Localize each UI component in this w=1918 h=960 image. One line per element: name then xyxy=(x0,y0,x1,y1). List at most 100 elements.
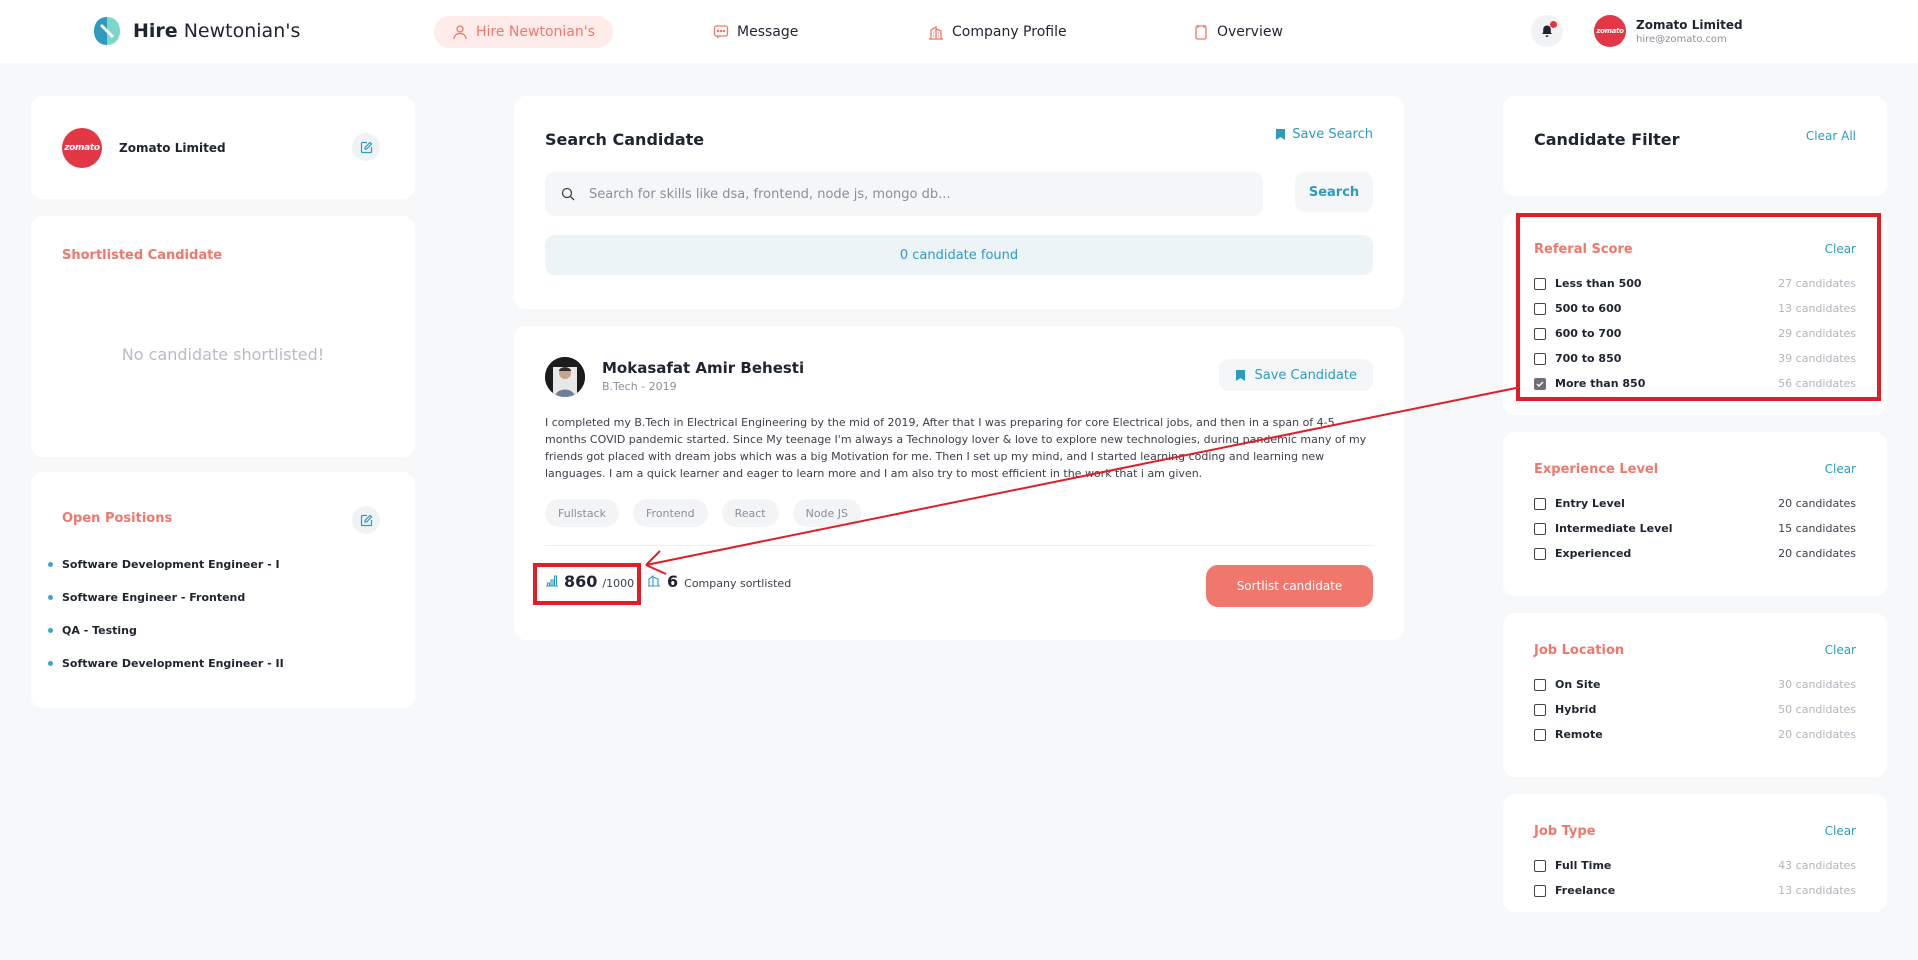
checkbox[interactable] xyxy=(1534,522,1546,535)
search-button[interactable]: Search xyxy=(1295,172,1373,212)
nav-hire-newtonians[interactable]: Hire Newtonian's xyxy=(434,16,613,48)
brand-name: Hire Newtonian's xyxy=(133,20,301,42)
clear-button[interactable]: Clear xyxy=(1825,242,1856,256)
score-value: 860 xyxy=(564,572,598,591)
checkbox-checked[interactable] xyxy=(1534,377,1546,390)
candidate-card: Mokasafat Amir Behesti B.Tech - 2019 Sav… xyxy=(514,326,1404,640)
option-label: Remote xyxy=(1555,728,1603,741)
empty-shortlist-message: No candidate shortlisted! xyxy=(121,345,325,364)
position-item[interactable]: Software Development Engineer - II xyxy=(48,657,284,690)
clear-button[interactable]: Clear xyxy=(1825,462,1856,476)
nav-message[interactable]: Message xyxy=(713,16,798,48)
option-label: On Site xyxy=(1555,678,1601,691)
candidate-name: Mokasafat Amir Behesti xyxy=(602,359,805,377)
company-shortlisted: 6 Company sortlisted xyxy=(647,572,791,591)
nav-company-profile[interactable]: Company Profile xyxy=(928,16,1067,48)
option-label: Entry Level xyxy=(1555,497,1625,510)
building-icon xyxy=(929,25,943,40)
edit-company-button[interactable] xyxy=(352,133,380,161)
checkbox[interactable] xyxy=(1534,859,1546,872)
filter-section-title: Referal Score xyxy=(1534,242,1633,257)
filter-option[interactable]: Remote 20 candidates xyxy=(1534,722,1856,747)
option-label: Intermediate Level xyxy=(1555,522,1673,535)
filter-section-title: Job Location xyxy=(1534,643,1625,658)
clear-button[interactable]: Clear xyxy=(1825,824,1856,838)
filter-option[interactable]: On Site 30 candidates xyxy=(1534,672,1856,697)
referal-score-filter: Referal Score Clear Less than 500 27 cand… xyxy=(1503,212,1887,415)
building-icon xyxy=(648,574,660,587)
filter-title: Candidate Filter xyxy=(1534,130,1680,149)
option-count: 43 candidates xyxy=(1778,859,1856,872)
option-label: 500 to 600 xyxy=(1555,302,1622,315)
option-count: 30 candidates xyxy=(1778,678,1856,691)
filter-option[interactable]: Intermediate Level 15 candidates xyxy=(1534,516,1856,541)
clear-button[interactable]: Clear xyxy=(1825,643,1856,657)
company-card: zomato Zomato Limited xyxy=(31,96,415,199)
top-navbar: Hire Newtonian's Hire Newtonian's Messag… xyxy=(0,0,1918,63)
filter-option[interactable]: 600 to 700 29 candidates xyxy=(1534,321,1856,346)
filter-option[interactable]: Freelance 13 candidates xyxy=(1534,878,1856,903)
brand-logo[interactable]: Hire Newtonian's xyxy=(93,16,300,46)
checkbox[interactable] xyxy=(1534,497,1546,510)
option-count: 13 candidates xyxy=(1778,884,1856,897)
referal-score: 860 /1000 xyxy=(545,572,634,591)
checkbox[interactable] xyxy=(1534,277,1546,290)
candidate-bio: I completed my B.Tech in Electrical Engi… xyxy=(545,416,1367,480)
position-item[interactable]: Software Engineer - Frontend xyxy=(48,591,284,624)
option-count: 50 candidates xyxy=(1778,703,1856,716)
user-email: hire@zomato.com xyxy=(1636,33,1727,45)
experience-level-filter: Experience Level Clear Entry Level 20 can… xyxy=(1503,432,1887,596)
checkbox[interactable] xyxy=(1534,302,1546,315)
filter-section-title: Experience Level xyxy=(1534,462,1659,477)
nav-overview[interactable]: Overview xyxy=(1193,16,1283,48)
search-input[interactable] xyxy=(589,186,1229,202)
skill-tag: Node JS xyxy=(792,499,862,527)
checkbox[interactable] xyxy=(1534,327,1546,340)
checkbox[interactable] xyxy=(1534,352,1546,365)
option-count: 20 candidates xyxy=(1778,728,1856,741)
checkbox[interactable] xyxy=(1534,703,1546,716)
user-avatar: zomato xyxy=(1594,15,1626,47)
document-icon xyxy=(1195,25,1207,40)
save-search-button[interactable]: Save Search xyxy=(1275,127,1373,142)
option-count: 29 candidates xyxy=(1778,327,1856,340)
filter-options: On Site 30 candidates Hybrid 50 candidates… xyxy=(1534,672,1856,747)
option-label: Freelance xyxy=(1555,884,1616,897)
filter-option[interactable]: Full Time 43 candidates xyxy=(1534,853,1856,878)
notification-button[interactable] xyxy=(1531,15,1563,47)
search-title: Search Candidate xyxy=(545,130,705,149)
filter-option[interactable]: 700 to 850 39 candidates xyxy=(1534,346,1856,371)
option-label: 700 to 850 xyxy=(1555,352,1622,365)
filter-option[interactable]: Experienced 20 candidates xyxy=(1534,541,1856,566)
option-count: 20 candidates xyxy=(1778,497,1856,510)
bookmark-icon xyxy=(1236,369,1246,381)
user-menu[interactable]: zomato Zomato Limited hire@zomato.com xyxy=(1594,15,1743,47)
clear-all-button[interactable]: Clear All xyxy=(1806,129,1856,143)
edit-positions-button[interactable] xyxy=(352,506,380,534)
option-label: Hybrid xyxy=(1555,703,1597,716)
checkbox[interactable] xyxy=(1534,678,1546,691)
filter-option[interactable]: Less than 500 27 candidates xyxy=(1534,271,1856,296)
position-item[interactable]: Software Development Engineer - I xyxy=(48,558,284,591)
filter-option[interactable]: Entry Level 20 candidates xyxy=(1534,491,1856,516)
candidate-education: B.Tech - 2019 xyxy=(602,380,677,393)
filter-option[interactable]: Hybrid 50 candidates xyxy=(1534,697,1856,722)
checkbox[interactable] xyxy=(1534,547,1546,560)
open-positions-card: Open Positions Software Development Engi… xyxy=(31,472,415,708)
shortlisted-card: Shortlisted Candidate No candidate short… xyxy=(31,216,415,457)
position-item[interactable]: QA - Testing xyxy=(48,624,284,657)
filter-option[interactable]: 500 to 600 13 candidates xyxy=(1534,296,1856,321)
positions-list: Software Development Engineer - I Softwa… xyxy=(48,558,284,690)
company-count-label: Company sortlisted xyxy=(684,577,792,590)
checkbox[interactable] xyxy=(1534,728,1546,741)
candidates-found-count: 0 candidate found xyxy=(545,235,1373,275)
option-count: 39 candidates xyxy=(1778,352,1856,365)
nav-label: Company Profile xyxy=(952,24,1067,40)
option-label: Less than 500 xyxy=(1555,277,1642,290)
candidate-filter-header: Candidate Filter Clear All xyxy=(1503,96,1887,196)
check-icon xyxy=(1536,381,1544,387)
sortlist-candidate-button[interactable]: Sortlist candidate xyxy=(1206,565,1373,607)
checkbox[interactable] xyxy=(1534,884,1546,897)
filter-option[interactable]: More than 850 56 candidates xyxy=(1534,371,1856,396)
save-candidate-button[interactable]: Save Candidate xyxy=(1219,359,1373,391)
